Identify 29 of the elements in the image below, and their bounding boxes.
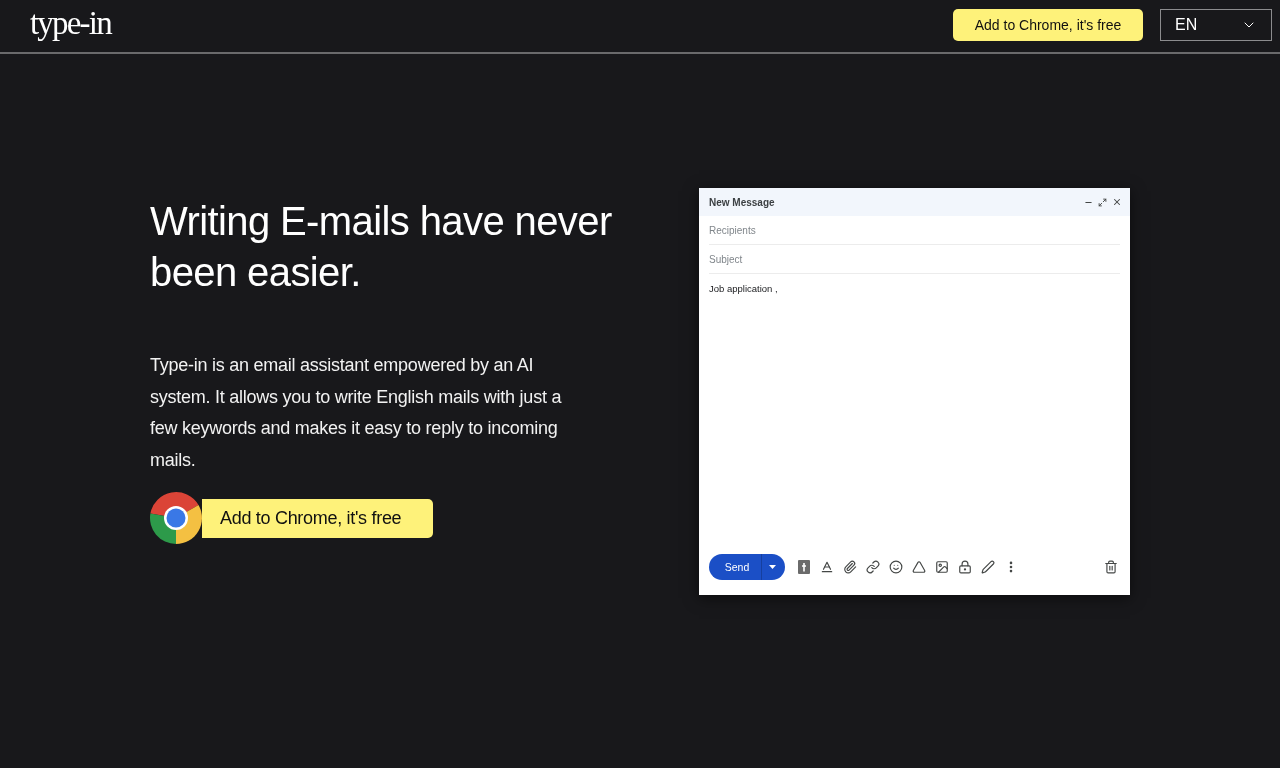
language-value: EN <box>1175 16 1198 34</box>
compose-title: New Message <box>709 196 775 208</box>
expand-icon[interactable] <box>1098 197 1107 207</box>
hero-heading: Writing E-mails have never been easier. <box>150 198 613 296</box>
hero-description: Type-in is an email assistant empowered by an AI system. It allows you to write English mails with just a few keywords and makes it easy to reply to incoming mails. <box>150 354 563 472</box>
image-icon[interactable] <box>935 560 949 574</box>
message-body-field[interactable]: Job application , <box>699 274 1130 547</box>
formatting-icon[interactable] <box>797 560 811 574</box>
pen-icon[interactable] <box>981 560 995 574</box>
chrome-logo-icon <box>150 492 202 544</box>
subject-field[interactable]: Subject <box>709 245 1120 274</box>
close-icon[interactable] <box>1112 197 1122 207</box>
triangle-icon[interactable] <box>912 560 926 574</box>
send-button[interactable]: Send <box>709 554 761 580</box>
caret-icon <box>768 565 776 569</box>
add-to-chrome-button[interactable]: Add to Chrome, it's free <box>202 498 434 538</box>
lock-icon[interactable] <box>958 560 972 574</box>
text-color-icon[interactable] <box>820 560 834 574</box>
subject-placeholder: Subject <box>709 253 743 265</box>
trash-icon[interactable] <box>1104 560 1118 574</box>
logo[interactable]: type-in <box>30 5 111 41</box>
link-icon[interactable] <box>866 560 880 574</box>
smiley-icon[interactable] <box>889 560 903 574</box>
add-to-chrome-button[interactable]: Add to Chrome, it's free <box>953 9 1143 41</box>
send-options-button[interactable] <box>761 554 785 580</box>
recipients-placeholder: Recipients <box>709 224 756 236</box>
paperclip-icon[interactable] <box>843 560 857 574</box>
language-select[interactable]: EN <box>1160 9 1272 41</box>
recipients-field[interactable]: Recipients <box>709 216 1120 245</box>
